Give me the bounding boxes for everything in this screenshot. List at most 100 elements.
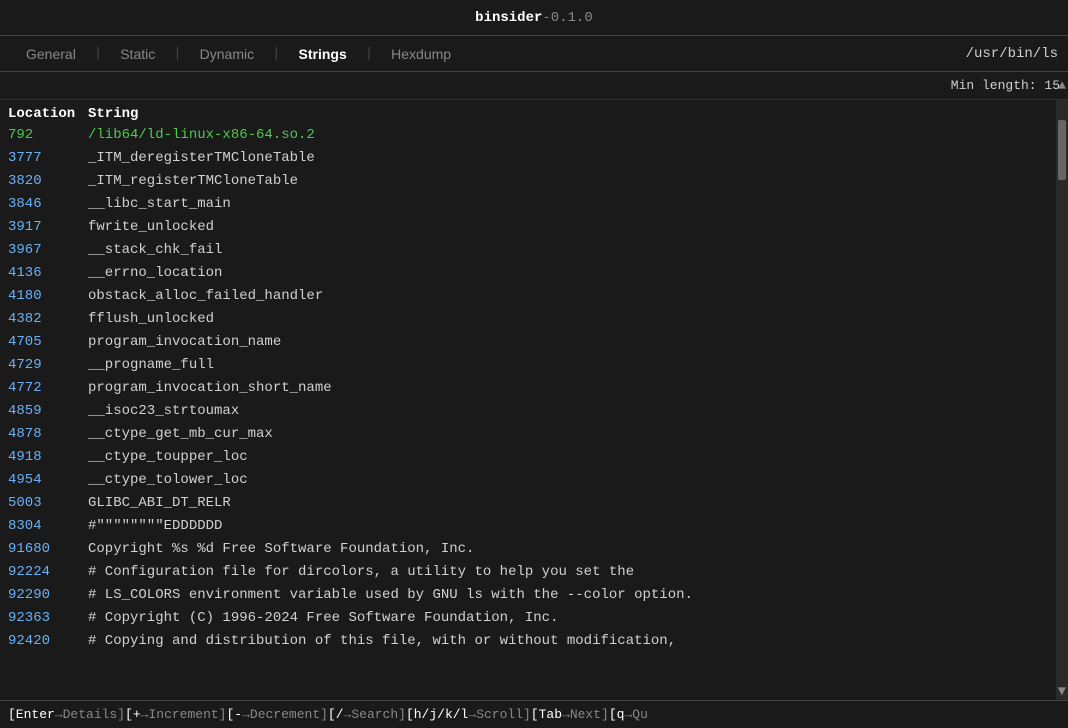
row-location: 8304 (8, 516, 88, 537)
row-string: # Configuration file for dircolors, a ut… (88, 562, 1048, 583)
row-location: 3846 (8, 194, 88, 215)
row-location: 3820 (8, 171, 88, 192)
status-search: [/→Search] (328, 707, 406, 722)
list-item[interactable]: 92290# LS_COLORS environment variable us… (0, 584, 1056, 607)
list-item[interactable]: 8304#""""""""EDDDDDD (0, 515, 1056, 538)
status-enter: [Enter→Details] (8, 707, 125, 722)
file-path: /usr/bin/ls (966, 46, 1058, 62)
row-location: 91680 (8, 539, 88, 560)
row-string: __stack_chk_fail (88, 240, 1048, 261)
row-string: __ctype_tolower_loc (88, 470, 1048, 491)
row-string: __errno_location (88, 263, 1048, 284)
list-item[interactable]: 4954__ctype_tolower_loc (0, 469, 1056, 492)
title-bar: binsider-0.1.0 (0, 0, 1068, 36)
list-item[interactable]: 3777_ITM_deregisterTMCloneTable (0, 147, 1056, 170)
row-string: __libc_start_main (88, 194, 1048, 215)
row-location: 792 (8, 125, 88, 146)
list-item[interactable]: 792/lib64/ld-linux-x86-64.so.2 (0, 124, 1056, 147)
list-item[interactable]: 4918__ctype_toupper_loc (0, 446, 1056, 469)
row-location: 4878 (8, 424, 88, 445)
tab-general[interactable]: General (10, 40, 92, 68)
app-name: binsider (475, 10, 542, 26)
row-location: 5003 (8, 493, 88, 514)
list-item[interactable]: 91680Copyright %s %d Free Software Found… (0, 538, 1056, 561)
row-location: 4705 (8, 332, 88, 353)
tab-bar: General | Static | Dynamic | Strings | H… (0, 36, 1068, 72)
main-content: Location String 792/lib64/ld-linux-x86-6… (0, 100, 1068, 700)
row-string: program_invocation_short_name (88, 378, 1048, 399)
list-item[interactable]: 4878__ctype_get_mb_cur_max (0, 423, 1056, 446)
row-string: fwrite_unlocked (88, 217, 1048, 238)
status-tab: [Tab→Next] (531, 707, 609, 722)
row-string: # LS_COLORS environment variable used by… (88, 585, 1048, 606)
row-string: #""""""""EDDDDDD (88, 516, 1048, 537)
list-item[interactable]: 4772program_invocation_short_name (0, 377, 1056, 400)
list-item[interactable]: 4729__progname_full (0, 354, 1056, 377)
row-location: 92290 (8, 585, 88, 606)
row-location: 4180 (8, 286, 88, 307)
row-string: obstack_alloc_failed_handler (88, 286, 1048, 307)
row-string: _ITM_registerTMCloneTable (88, 171, 1048, 192)
row-location: 92420 (8, 631, 88, 652)
row-location: 4772 (8, 378, 88, 399)
row-location: 4918 (8, 447, 88, 468)
list-item[interactable]: 3846__libc_start_main (0, 193, 1056, 216)
status-decrement: [-→Decrement] (226, 707, 327, 722)
row-string: __ctype_toupper_loc (88, 447, 1048, 468)
row-string: # Copyright (C) 1996-2024 Free Software … (88, 608, 1048, 629)
row-location: 4859 (8, 401, 88, 422)
status-bar: [Enter→Details] [+→Increment] [-→Decreme… (0, 700, 1068, 728)
tab-hexdump[interactable]: Hexdump (375, 40, 467, 68)
row-string: fflush_unlocked (88, 309, 1048, 330)
row-string: _ITM_deregisterTMCloneTable (88, 148, 1048, 169)
list-item[interactable]: 3967__stack_chk_fail (0, 239, 1056, 262)
app-version: -0.1.0 (542, 10, 592, 26)
tab-sep-2: | (173, 46, 181, 62)
header-string: String (88, 106, 1048, 122)
tab-static[interactable]: Static (104, 40, 171, 68)
status-quit: [q→Qu (609, 707, 648, 722)
list-item[interactable]: 92363# Copyright (C) 1996-2024 Free Soft… (0, 607, 1056, 630)
list-item[interactable]: 3820_ITM_registerTMCloneTable (0, 170, 1056, 193)
list-item[interactable]: 3917fwrite_unlocked (0, 216, 1056, 239)
list-item[interactable]: 5003GLIBC_ABI_DT_RELR (0, 492, 1056, 515)
row-location: 4136 (8, 263, 88, 284)
row-location: 3777 (8, 148, 88, 169)
row-string: __progname_full (88, 355, 1048, 376)
row-location: 92224 (8, 562, 88, 583)
list-item[interactable]: 4180obstack_alloc_failed_handler (0, 285, 1056, 308)
row-string: __ctype_get_mb_cur_max (88, 424, 1048, 445)
status-increment: [+→Increment] (125, 707, 226, 722)
tab-sep-3: | (272, 46, 280, 62)
string-list: Location String 792/lib64/ld-linux-x86-6… (0, 100, 1056, 700)
row-location: 4729 (8, 355, 88, 376)
row-location: 92363 (8, 608, 88, 629)
header-location: Location (8, 106, 88, 122)
list-item[interactable]: 4859__isoc23_strtoumax (0, 400, 1056, 423)
list-item[interactable]: 4136__errno_location (0, 262, 1056, 285)
list-item[interactable]: 4705program_invocation_name (0, 331, 1056, 354)
tab-sep-1: | (94, 46, 102, 62)
list-item[interactable]: 92224# Configuration file for dircolors,… (0, 561, 1056, 584)
row-location: 3967 (8, 240, 88, 261)
scrollbar-thumb[interactable] (1058, 120, 1066, 180)
row-string: /lib64/ld-linux-x86-64.so.2 (88, 125, 1048, 146)
row-location: 4954 (8, 470, 88, 491)
row-string: GLIBC_ABI_DT_RELR (88, 493, 1048, 514)
row-location: 4382 (8, 309, 88, 330)
list-header: Location String (0, 104, 1056, 124)
row-location: 3917 (8, 217, 88, 238)
scroll-up-icon[interactable]: ▲ (1058, 78, 1066, 93)
tab-sep-4: | (365, 46, 373, 62)
tab-strings[interactable]: Strings (283, 40, 363, 68)
tab-dynamic[interactable]: Dynamic (184, 40, 270, 68)
scrollbar[interactable]: ▼ (1056, 100, 1068, 700)
scroll-down-icon[interactable]: ▼ (1058, 684, 1066, 700)
list-item[interactable]: 92420# Copying and distribution of this … (0, 630, 1056, 653)
min-length-bar: Min length: 15 ▲ (0, 72, 1068, 100)
row-string: __isoc23_strtoumax (88, 401, 1048, 422)
row-string: Copyright %s %d Free Software Foundation… (88, 539, 1048, 560)
app-title: binsider-0.1.0 (475, 10, 593, 26)
list-item[interactable]: 4382fflush_unlocked (0, 308, 1056, 331)
status-scroll: [h/j/k/l→Scroll] (406, 707, 531, 722)
